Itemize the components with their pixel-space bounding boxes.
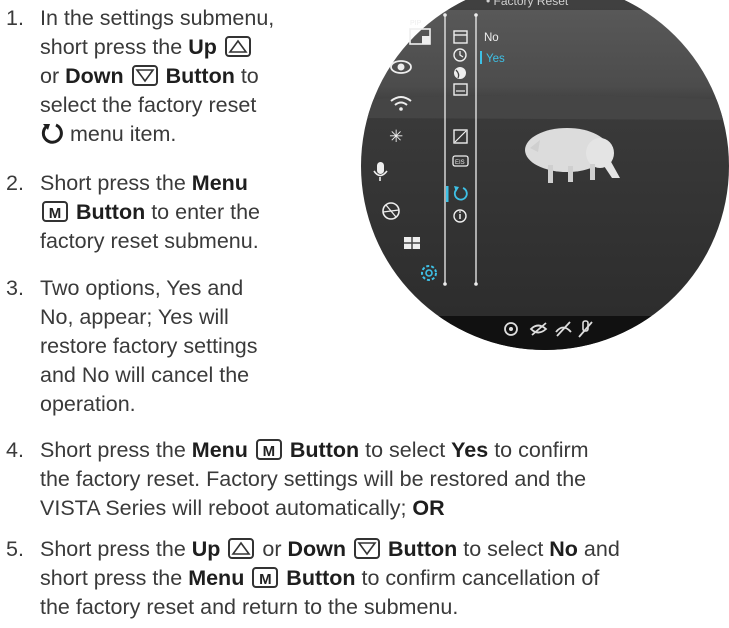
thermal-background <box>361 0 729 350</box>
brightness-icon[interactable]: ✳ <box>389 127 403 147</box>
header-title: • Factory Reset <box>486 0 569 8</box>
option-cursor <box>480 51 482 64</box>
selection-marker <box>446 186 449 202</box>
pip-label: PIP <box>410 20 422 27</box>
svg-text:✳: ✳ <box>389 127 403 147</box>
eis-label: EIS <box>455 160 465 166</box>
status-bar <box>361 316 729 350</box>
layout-icon[interactable] <box>404 237 420 249</box>
option-no[interactable]: No <box>484 32 499 44</box>
option-yes[interactable]: Yes <box>486 53 505 65</box>
scope-display: • Factory Reset PIP ✳ EIS No Yes <box>361 0 729 350</box>
horizon <box>361 95 729 120</box>
globe-icon[interactable] <box>454 67 466 79</box>
